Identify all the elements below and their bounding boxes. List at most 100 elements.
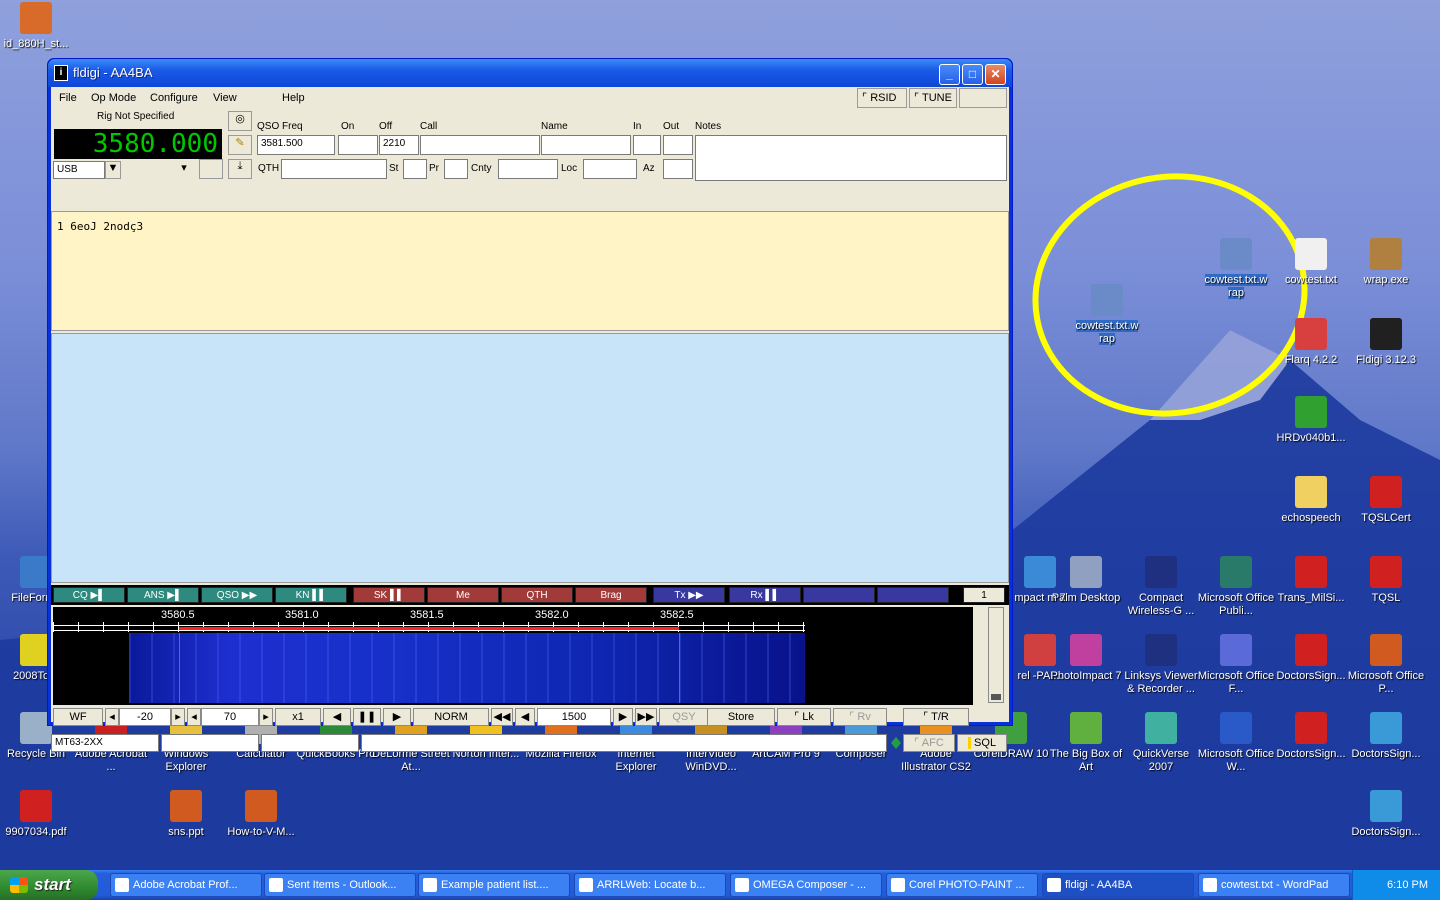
- desktop-icon[interactable]: DoctorsSign...: [1271, 712, 1351, 761]
- taskbar-task[interactable]: cowtest.txt - WordPad: [1198, 873, 1350, 897]
- maximize-button[interactable]: □: [962, 64, 983, 85]
- blank-button[interactable]: [959, 88, 1007, 108]
- step-right-icon[interactable]: ▶: [613, 708, 633, 726]
- tune-button[interactable]: ⌜ TUNE: [909, 88, 957, 108]
- desktop-icon[interactable]: Microsoft Office F...: [1196, 634, 1276, 696]
- afc-button[interactable]: ⌜ AFC: [903, 734, 955, 752]
- level1-left-icon[interactable]: ◂: [105, 708, 119, 726]
- macro-button[interactable]: CQ ▶▌: [53, 587, 125, 603]
- off-time-field[interactable]: 2210: [379, 135, 419, 155]
- desktop-icon[interactable]: Microsoft Office Publi...: [1196, 556, 1276, 618]
- desktop-icon[interactable]: echospeech: [1271, 476, 1351, 525]
- receive-text-pane[interactable]: 1 6eoJ 2nodç3: [51, 211, 1009, 331]
- desktop-icon[interactable]: The Big Box of Art: [1046, 712, 1126, 774]
- lock-button[interactable]: ⌜ Lk: [777, 708, 831, 726]
- desktop-icon[interactable]: DoctorsSign...: [1346, 712, 1426, 761]
- macro-button[interactable]: Rx ▌▌: [729, 587, 801, 603]
- fast-left-icon[interactable]: ◀◀: [491, 708, 513, 726]
- taskbar-task[interactable]: OMEGA Composer - ...: [730, 873, 882, 897]
- level2-left-icon[interactable]: ◂: [187, 708, 201, 726]
- menu-help[interactable]: Help: [282, 92, 305, 104]
- azimuth-field[interactable]: [663, 159, 693, 179]
- desktop-icon[interactable]: Linksys Viewer & Recorder ...: [1121, 634, 1201, 696]
- desktop-icon[interactable]: 9907034.pdf: [0, 790, 76, 839]
- close-button[interactable]: ✕: [985, 64, 1006, 85]
- menu-view[interactable]: View: [213, 92, 237, 104]
- menu-op-mode[interactable]: Op Mode: [91, 92, 136, 104]
- taskbar-task[interactable]: Sent Items - Outlook...: [264, 873, 416, 897]
- frequency-display[interactable]: 3580.000: [54, 129, 222, 159]
- qth-field[interactable]: [281, 159, 387, 179]
- mode-dropdown-icon[interactable]: ▼: [105, 161, 121, 179]
- store-button[interactable]: Store: [707, 708, 775, 726]
- macro-button[interactable]: Tx ▶▶: [653, 587, 725, 603]
- level1-right-icon[interactable]: ▸: [171, 708, 185, 726]
- level1-field[interactable]: -20: [119, 708, 171, 726]
- desktop-icon[interactable]: TQSLCert: [1346, 476, 1426, 525]
- start-button[interactable]: start: [0, 870, 98, 900]
- desktop-icon[interactable]: DoctorsSign...: [1271, 634, 1351, 683]
- on-time-field[interactable]: [338, 135, 378, 155]
- macro-page-button[interactable]: 1: [963, 587, 1005, 603]
- taskbar-task[interactable]: Example patient list....: [418, 873, 570, 897]
- desktop-icon[interactable]: id_880H_st...: [0, 2, 76, 51]
- desktop-icon[interactable]: TQSL: [1346, 556, 1426, 605]
- taskbar-task[interactable]: ARRLWeb: Locate b...: [574, 873, 726, 897]
- desktop-icon[interactable]: Trans_MilSi...: [1271, 556, 1351, 605]
- mode-status[interactable]: MT63-2XX: [51, 734, 159, 752]
- transmit-text-pane[interactable]: [51, 333, 1009, 583]
- taskbar-task[interactable]: Corel PHOTO-PAINT ...: [886, 873, 1038, 897]
- desktop-icon[interactable]: Flarq 4.2.2: [1271, 318, 1351, 367]
- save-qso-icon[interactable]: ⤓: [228, 159, 252, 179]
- macro-button[interactable]: KN ▌▌: [275, 587, 347, 603]
- clean-icon[interactable]: ✎: [228, 135, 252, 155]
- desktop-icon[interactable]: Microsoft Office W...: [1196, 712, 1276, 774]
- waterfall[interactable]: 3580.5 3581.0 3581.5 3582.0 3582.5: [53, 607, 973, 705]
- locator-field[interactable]: [583, 159, 637, 179]
- macro-button[interactable]: [803, 587, 875, 603]
- rig-control-icon[interactable]: [199, 159, 223, 179]
- desktop-icon[interactable]: wrap.exe: [1346, 238, 1426, 287]
- waterfall-scrollbar[interactable]: [988, 607, 1004, 703]
- rsid-button[interactable]: ⌜ RSID: [857, 88, 907, 108]
- sql-button[interactable]: SQL: [957, 734, 1007, 752]
- taskbar-task[interactable]: Adobe Acrobat Prof...: [110, 873, 262, 897]
- desktop-icon[interactable]: cowtest.txt: [1271, 238, 1351, 287]
- slow-right-icon[interactable]: ▶: [383, 708, 411, 726]
- notes-field[interactable]: [695, 135, 1007, 181]
- macro-button[interactable]: [877, 587, 949, 603]
- fast-right-icon[interactable]: ▶▶: [635, 708, 657, 726]
- slow-left-icon[interactable]: ◀: [323, 708, 351, 726]
- tr-button[interactable]: ⌜ T/R: [903, 708, 969, 726]
- desktop-icon[interactable]: HRDv040b1...: [1271, 396, 1351, 445]
- pause-icon[interactable]: ❚❚: [353, 708, 381, 726]
- desktop-icon[interactable]: Microsoft Office P...: [1346, 634, 1426, 696]
- macro-button[interactable]: Me: [427, 587, 499, 603]
- macro-button[interactable]: Brag: [575, 587, 647, 603]
- menu-configure[interactable]: Configure: [150, 92, 198, 104]
- title-bar[interactable]: i fldigi - AA4BA _ □ ✕: [48, 59, 1012, 87]
- desktop-icon[interactable]: Compact Wireless-G ...: [1121, 556, 1201, 618]
- carrier-field[interactable]: 1500: [537, 708, 611, 726]
- norm-button[interactable]: NORM: [413, 708, 489, 726]
- step-left-icon[interactable]: ◀: [515, 708, 535, 726]
- minimize-button[interactable]: _: [939, 64, 960, 85]
- taskbar-task[interactable]: fldigi - AA4BA: [1042, 873, 1194, 897]
- desktop-icon[interactable]: QuickVerse 2007: [1121, 712, 1201, 774]
- state-field[interactable]: [403, 159, 427, 179]
- wf-mode-button[interactable]: WF: [53, 708, 103, 726]
- rst-in-field[interactable]: [633, 135, 661, 155]
- macro-button[interactable]: QSO ▶▶: [201, 587, 273, 603]
- rst-out-field[interactable]: [663, 135, 693, 155]
- qsy-button[interactable]: QSY: [659, 708, 709, 726]
- menu-file[interactable]: File: [59, 92, 77, 104]
- desktop-icon[interactable]: sns.ppt: [146, 790, 226, 839]
- desktop-icon[interactable]: How-to-V-M...: [221, 790, 301, 839]
- level2-field[interactable]: 70: [201, 708, 259, 726]
- county-field[interactable]: [498, 159, 558, 179]
- qso-freq-field[interactable]: 3581.500: [257, 135, 335, 155]
- macro-button[interactable]: SK ▌▌: [353, 587, 425, 603]
- desktop-icon[interactable]: Fldigi 3.12.3: [1346, 318, 1426, 367]
- name-field[interactable]: [541, 135, 631, 155]
- reverse-button[interactable]: ⌜ Rv: [833, 708, 887, 726]
